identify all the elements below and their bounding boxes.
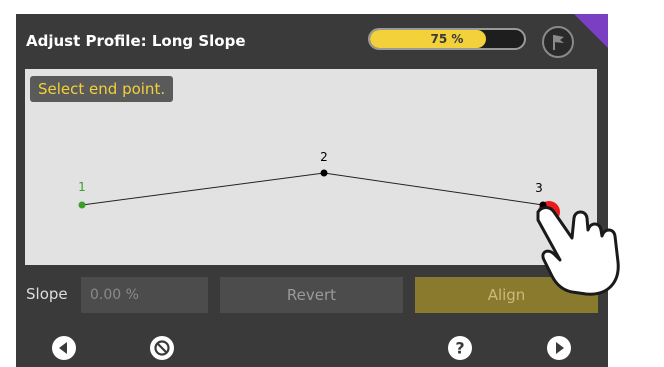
progress-bar: 75 % <box>368 28 526 50</box>
flag-button[interactable] <box>542 26 574 58</box>
profile-canvas[interactable]: Select end point. 1 2 3 <box>25 69 597 265</box>
point-1[interactable] <box>78 201 86 209</box>
svg-text:?: ? <box>455 339 464 358</box>
pointing-hand-icon <box>536 206 620 296</box>
slope-label: Slope <box>26 285 68 303</box>
point-1-label: 1 <box>78 180 86 194</box>
back-icon[interactable] <box>51 335 77 361</box>
point-2[interactable] <box>320 169 328 177</box>
help-icon[interactable]: ? <box>447 335 473 361</box>
profile-line <box>81 172 544 206</box>
next-icon[interactable] <box>546 335 572 361</box>
cancel-icon[interactable] <box>149 335 175 361</box>
slope-input[interactable] <box>81 277 208 313</box>
progress-text: 75 % <box>430 32 464 46</box>
page-title: Adjust Profile: Long Slope <box>26 32 246 50</box>
point-2-label: 2 <box>320 150 328 164</box>
profile-graph: 1 2 3 <box>78 150 560 223</box>
flag-icon <box>553 35 564 50</box>
corner-badge <box>574 14 608 48</box>
revert-button[interactable]: Revert <box>220 277 403 313</box>
